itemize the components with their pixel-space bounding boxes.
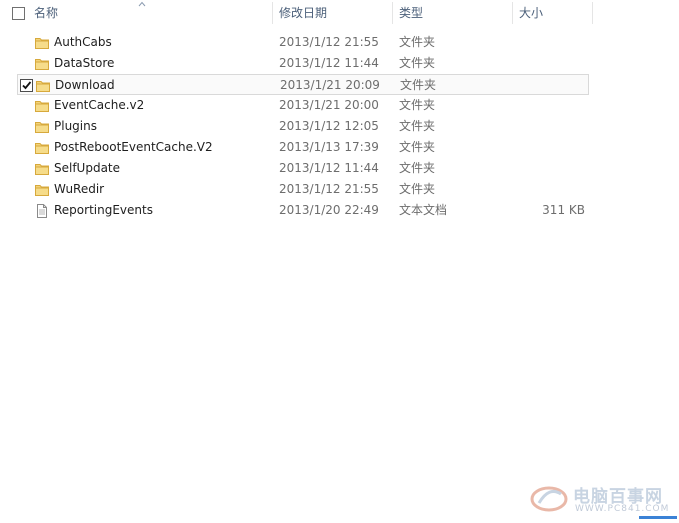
folder-icon [34, 182, 50, 198]
watermark-url: WWW.PC841.COM [575, 504, 670, 514]
file-size [516, 75, 586, 96]
file-name: DataStore [54, 56, 115, 70]
file-type: 文件夹 [399, 98, 436, 112]
file-name: WuRedir [54, 182, 105, 196]
folder-icon [34, 98, 50, 114]
file-size [515, 32, 585, 53]
file-type: 文件夹 [400, 78, 437, 92]
file-type: 文件夹 [399, 140, 436, 154]
folder-icon [34, 35, 50, 51]
file-row[interactable]: EventCache.v2 2013/1/21 20:00 文件夹 [17, 95, 589, 116]
watermark-bar [639, 516, 677, 519]
file-row[interactable]: WuRedir 2013/1/12 21:55 文件夹 [17, 179, 589, 200]
file-name: AuthCabs [54, 35, 112, 49]
sort-ascending-icon [138, 1, 146, 7]
file-type: 文本文档 [399, 203, 448, 217]
file-type: 文件夹 [399, 35, 436, 49]
column-divider[interactable] [392, 2, 393, 24]
select-all-checkbox[interactable] [12, 7, 25, 20]
column-divider[interactable] [272, 2, 273, 24]
file-name: Plugins [54, 119, 97, 133]
text-file-icon [34, 203, 50, 219]
folder-icon [35, 78, 51, 94]
column-header-size[interactable]: 大小 [519, 0, 543, 26]
watermark-logo-icon [530, 486, 568, 512]
file-type: 文件夹 [399, 182, 436, 196]
file-row[interactable]: SelfUpdate 2013/1/12 11:44 文件夹 [17, 158, 589, 179]
file-row[interactable]: ReportingEvents 2013/1/20 22:49 文本文档 311 KB [17, 200, 589, 221]
file-row[interactable]: PostRebootEventCache.V2 2013/1/13 17:39 文件… [17, 137, 589, 158]
file-date: 2013/1/20 22:49 [279, 203, 379, 217]
folder-icon [34, 119, 50, 135]
file-size [515, 116, 585, 137]
file-row[interactable]: Plugins 2013/1/12 12:05 文件夹 [17, 116, 589, 137]
folder-icon [34, 140, 50, 156]
file-size [515, 137, 585, 158]
column-divider[interactable] [592, 2, 593, 24]
folder-icon [34, 161, 50, 177]
file-name: ReportingEvents [54, 203, 153, 217]
file-date: 2013/1/12 21:55 [279, 182, 379, 196]
file-type: 文件夹 [399, 119, 436, 133]
file-date: 2013/1/13 17:39 [279, 140, 379, 154]
file-row[interactable]: AuthCabs 2013/1/12 21:55 文件夹 [17, 32, 589, 53]
column-header-type[interactable]: 类型 [399, 0, 423, 26]
file-date: 2013/1/21 20:09 [280, 78, 380, 92]
file-name: EventCache.v2 [54, 98, 145, 112]
file-size: 311 KB [542, 203, 585, 217]
file-size [515, 158, 585, 179]
column-divider[interactable] [512, 2, 513, 24]
watermark: 电脑百事网 WWW.PC841.COM [527, 480, 677, 520]
column-header: 名称 修改日期 类型 大小 [0, 0, 679, 26]
file-type: 文件夹 [399, 161, 436, 175]
file-date: 2013/1/12 12:05 [279, 119, 379, 133]
file-date: 2013/1/21 20:00 [279, 98, 379, 112]
file-name: SelfUpdate [54, 161, 121, 175]
file-size [515, 53, 585, 74]
file-name: Download [55, 78, 115, 92]
file-date: 2013/1/12 11:44 [279, 161, 379, 175]
file-type: 文件夹 [399, 56, 436, 70]
row-checkbox[interactable] [20, 79, 33, 92]
column-header-name[interactable]: 名称 [34, 0, 58, 26]
file-name: PostRebootEventCache.V2 [54, 140, 213, 154]
file-size [515, 179, 585, 200]
file-row[interactable]: Download 2013/1/21 20:09 文件夹 [17, 74, 589, 95]
file-row[interactable]: DataStore 2013/1/12 11:44 文件夹 [17, 53, 589, 74]
file-date: 2013/1/12 11:44 [279, 56, 379, 70]
file-size [515, 95, 585, 116]
folder-icon [34, 56, 50, 72]
file-date: 2013/1/12 21:55 [279, 35, 379, 49]
column-header-date[interactable]: 修改日期 [279, 0, 327, 26]
